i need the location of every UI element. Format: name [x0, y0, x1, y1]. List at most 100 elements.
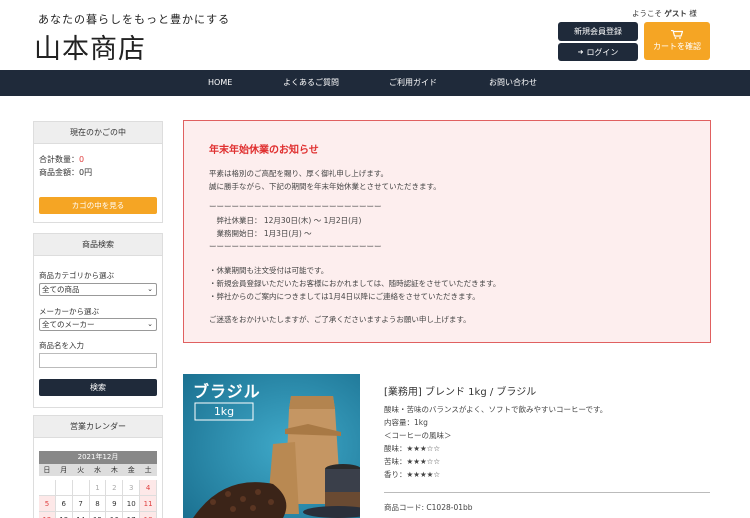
product-description: 酸味・苦味のバランスがよく、ソフトで飲みやすいコーヒーです。 [384, 405, 608, 414]
cart-qty: 合計数量：0 [39, 154, 84, 165]
view-cart-button[interactable]: カートを確認 [644, 22, 710, 60]
holiday-notice: 年末年始休業のお知らせ 平素は格別のご高配を賜り、厚く御礼申し上げます。 誠に勝… [183, 120, 711, 343]
calendar-day: 9 [106, 496, 124, 512]
weekday-wed: 水 [89, 464, 107, 476]
calendar-day: 18 [140, 512, 158, 518]
nav-faq[interactable]: よくあるご質問 [283, 70, 339, 96]
category-select-value: 全ての商品 [42, 285, 80, 294]
cart-icon [671, 30, 683, 39]
calendar-day: 8 [89, 496, 107, 512]
cart-summary-title: 現在のかごの中 [34, 122, 162, 144]
site-tagline: あなたの暮らしをもっと豊かにする [38, 13, 231, 26]
calendar-day: 11 [140, 496, 158, 512]
view-cart-label: カートを確認 [653, 42, 701, 51]
calendar-day: 1 [89, 480, 107, 496]
calendar-day: 10 [123, 496, 141, 512]
calendar-day: 15 [90, 512, 107, 518]
chevron-down-icon: ⌄ [147, 320, 153, 328]
product-image-weight: 1kg [213, 405, 235, 418]
notice-line: ・弊社からのご案内につきましては1月4日以降にご連絡をさせていただきます。 [209, 292, 480, 301]
login-label: ログイン [586, 47, 619, 57]
product-search-box: 商品検索 商品カテゴリから選ぶ 全ての商品 ⌄ メーカーから選ぶ 全てのメーカー… [33, 233, 163, 408]
cart-qty-value: 0 [79, 155, 85, 164]
notice-line: 誠に勝手ながら、下記の期間を年末年始休業とさせていただきます。 [209, 182, 441, 191]
product-code: 商品コード: C1028-01bb [384, 503, 473, 512]
notice-divider: ーーーーーーーーーーーーーーーーーーーーーーー [209, 202, 382, 211]
site-logo[interactable]: 山本商店 [34, 27, 146, 66]
calendar-week: 12 13 14 15 16 17 18 [39, 512, 158, 518]
calendar-day: 13 [56, 512, 73, 518]
calendar-day [55, 480, 73, 496]
notice-title: 年末年始休業のお知らせ [209, 145, 319, 156]
calendar-day: 3 [123, 480, 141, 496]
calendar-day: 5 [39, 496, 56, 512]
global-nav: HOME よくあるご質問 ご利用ガイド お問い合わせ [0, 70, 750, 96]
cart-qty-label: 合計数量： [39, 155, 79, 164]
maker-label: メーカーから選ぶ [39, 307, 99, 316]
calendar-day: 7 [72, 496, 90, 512]
weekday-sat: 土 [140, 464, 158, 476]
weekday-thu: 木 [106, 464, 124, 476]
product-title[interactable]: [業務用] ブレンド 1kg / ブラジル [384, 383, 536, 398]
calendar-grid: 日 月 火 水 木 金 土 1 2 3 4 5 6 7 8 9 10 11 12 [39, 464, 158, 518]
product-bitterness: 苦味：★★★☆☆ [384, 457, 441, 466]
business-calendar-title: 営業カレンダー [34, 416, 162, 438]
maker-select[interactable]: 全てのメーカー ⌄ [39, 318, 157, 331]
welcome-name: ゲスト [664, 9, 687, 18]
cart-amount: 商品金額：0円 [39, 167, 92, 178]
register-button[interactable]: 新規会員登録 [558, 22, 638, 41]
view-basket-label: カゴの中を見る [71, 201, 125, 210]
calendar-day: 2 [106, 480, 124, 496]
category-label: 商品カテゴリから選ぶ [39, 271, 114, 280]
welcome-text: ようこそ ゲスト 様 [632, 8, 697, 19]
calendar-week: 1 2 3 4 [39, 480, 158, 496]
calendar-day: 12 [39, 512, 56, 518]
product-acidity: 酸味：★★★☆☆ [384, 444, 441, 453]
product-divider [384, 492, 710, 493]
calendar-day: 17 [123, 512, 141, 518]
product-flavor-heading: ＜コーヒーの風味＞ [384, 431, 452, 440]
nav-contact[interactable]: お問い合わせ [489, 70, 537, 96]
weekday-sun: 日 [39, 464, 56, 476]
weekday-fri: 金 [123, 464, 141, 476]
search-button-label: 検索 [90, 383, 106, 392]
calendar-month: 2021年12月 [39, 451, 157, 464]
calendar-day: 6 [55, 496, 73, 512]
welcome-prefix: ようこそ [632, 9, 662, 18]
search-button[interactable]: 検索 [39, 379, 157, 396]
site-header: あなたの暮らしをもっと豊かにする 山本商店 ようこそ ゲスト 様 新規会員登録 … [0, 0, 750, 70]
notice-line: ・休業期間も注文受付は可能です。 [209, 266, 329, 275]
notice-divider: ーーーーーーーーーーーーーーーーーーーーーーー [209, 242, 382, 251]
product-capacity: 内容量：1kg [384, 418, 428, 427]
notice-line: 平素は格別のご高配を賜り、厚く御礼申し上げます。 [209, 169, 388, 178]
weekday-mon: 月 [55, 464, 73, 476]
cart-summary-box: 現在のかごの中 合計数量：0 商品金額：0円 カゴの中を見る [33, 121, 163, 223]
calendar-weekdays: 日 月 火 水 木 金 土 [39, 464, 158, 480]
view-basket-button[interactable]: カゴの中を見る [39, 197, 157, 214]
welcome-suffix: 様 [689, 9, 697, 18]
category-select[interactable]: 全ての商品 ⌄ [39, 283, 157, 296]
calendar-day: 14 [73, 512, 90, 518]
cart-amount-value: 0円 [79, 168, 93, 177]
cart-amount-label: 商品金額： [39, 168, 79, 177]
nav-guide[interactable]: ご利用ガイド [389, 70, 437, 96]
maker-select-value: 全てのメーカー [42, 320, 95, 329]
login-button[interactable]: ➜ ログイン [558, 43, 638, 61]
calendar-day: 16 [106, 512, 124, 518]
product-image[interactable]: ブラジル 1kg [183, 374, 360, 518]
register-label: 新規会員登録 [574, 27, 622, 36]
weekday-tue: 火 [72, 464, 90, 476]
product-search-title: 商品検索 [34, 234, 162, 256]
product-name-input[interactable] [39, 353, 157, 368]
business-calendar-box: 営業カレンダー 2021年12月 日 月 火 水 木 金 土 1 2 3 4 5… [33, 415, 163, 518]
notice-line: 業務開始日： 1月3日(月) ～ [209, 229, 312, 238]
calendar-day: 4 [140, 480, 158, 496]
notice-line: ご迷惑をおかけいたしますが、ご了承くださいますようお願い申し上げます。 [209, 315, 471, 324]
notice-line: 弊社休業日： 12月30日(木) ～ 1月2日(月) [209, 216, 362, 225]
product-image-title: ブラジル [193, 382, 261, 401]
calendar-day [39, 480, 56, 496]
nav-home[interactable]: HOME [208, 70, 232, 96]
product-aroma: 香り：★★★★☆ [384, 470, 441, 479]
chevron-down-icon: ⌄ [147, 285, 153, 293]
calendar-day [72, 480, 90, 496]
